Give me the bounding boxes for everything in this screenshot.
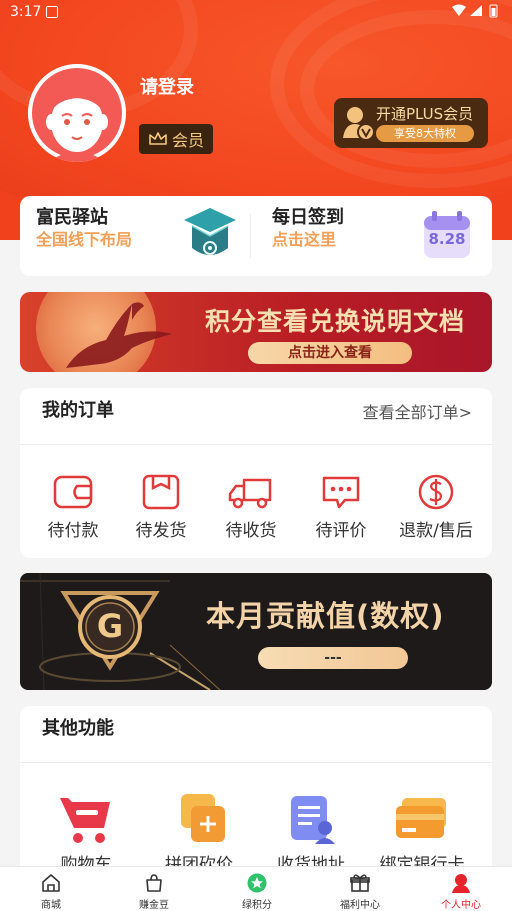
- order-label: 待发货: [135, 521, 187, 541]
- comment-icon: [322, 476, 360, 509]
- calendar-icon: 8.28: [422, 210, 472, 260]
- order-refund[interactable]: 退款/售后: [393, 472, 479, 541]
- tab-label: 个人中心: [441, 900, 481, 911]
- calendar-date: 8.28: [428, 230, 466, 248]
- refund-icon: [418, 474, 454, 510]
- home-icon: [42, 874, 60, 892]
- view-all-orders-link[interactable]: 查看全部订单>: [363, 399, 472, 423]
- signal-battery-icon: [452, 4, 498, 18]
- cart-entry[interactable]: 购物车: [46, 794, 126, 875]
- avatar-face-icon: [28, 64, 126, 162]
- wallet-icon: [53, 475, 93, 509]
- orders-card: 我的订单 查看全部订单> 待付款 待发货 待收货 待评价 退款/售后: [20, 388, 492, 558]
- points-doc-banner[interactable]: 积分查看兑换说明文档 点击进入查看: [20, 292, 492, 372]
- station-subtitle: 全国线下布局: [36, 230, 133, 249]
- points-banner-title: 积分查看兑换说明文档: [204, 307, 465, 336]
- station-checkin-card: 富民驿站 全国线下布局 每日签到 点击这里 8.28: [20, 196, 492, 276]
- order-label: 待评价: [315, 521, 367, 541]
- status-icons: [450, 4, 504, 21]
- orders-divider: [20, 444, 492, 445]
- order-label: 待付款: [47, 521, 99, 541]
- group-buy-entry[interactable]: 拼团砍价: [154, 794, 244, 875]
- contribution-banner[interactable]: G 本月贡献值(数权) ---: [20, 573, 492, 690]
- member-badge[interactable]: 会员: [139, 124, 213, 154]
- member-badge-label: 会员: [171, 131, 204, 150]
- g-logo: G: [60, 587, 160, 671]
- tab-mall[interactable]: 商城: [0, 873, 102, 911]
- notification-icon: [46, 6, 58, 18]
- order-label: 待收货: [225, 521, 277, 541]
- rabbit-icon: [66, 302, 172, 368]
- tab-label: 赚金豆: [139, 900, 169, 911]
- plus-membership-card[interactable]: 开通PLUS会员 享受8大特权: [334, 98, 488, 148]
- address-icon: [291, 796, 335, 844]
- orders-title: 我的订单: [42, 400, 114, 421]
- points-banner-button[interactable]: 点击进入查看: [248, 342, 412, 364]
- tab-welfare-center[interactable]: 福利中心: [309, 873, 411, 911]
- others-title: 其他功能: [42, 718, 114, 739]
- order-pending-payment[interactable]: 待付款: [35, 472, 111, 541]
- truck-icon: [228, 478, 272, 509]
- bottom-tab-bar: 商城 赚金豆 绿积分 福利中心 个人中心: [0, 866, 512, 911]
- tab-earn-beans[interactable]: 赚金豆: [103, 873, 205, 911]
- station-graduation-icon: [184, 208, 236, 255]
- card-divider: [250, 214, 251, 258]
- crown-icon: [149, 132, 167, 145]
- tab-label: 福利中心: [340, 900, 380, 911]
- address-entry[interactable]: 收货地址: [266, 794, 356, 875]
- login-link[interactable]: 请登录: [140, 73, 194, 99]
- vip-user-icon: [343, 107, 375, 141]
- bank-card-entry[interactable]: 绑定银行卡: [372, 794, 472, 875]
- station-entry[interactable]: 富民驿站 全国线下布局: [20, 196, 250, 276]
- plus-title: 开通PLUS会员: [376, 105, 474, 123]
- person-icon: [452, 874, 470, 893]
- order-pending-review[interactable]: 待评价: [303, 472, 379, 541]
- contribution-title: 本月贡献值(数权): [206, 599, 445, 633]
- tab-label: 商城: [41, 900, 61, 911]
- tab-label: 绿积分: [242, 900, 272, 911]
- contribution-value: ---: [258, 647, 408, 669]
- bank-card-icon: [396, 798, 446, 838]
- box-icon: [142, 474, 180, 510]
- order-pending-shipment[interactable]: 待发货: [123, 472, 199, 541]
- status-time: 3:17: [10, 4, 42, 20]
- bag-icon: [146, 874, 162, 892]
- checkin-entry[interactable]: 每日签到 点击这里 8.28: [256, 196, 492, 276]
- tab-green-points[interactable]: 绿积分: [206, 873, 308, 911]
- group-buy-icon: [181, 794, 225, 842]
- plus-subtitle: 享受8大特权: [376, 125, 474, 142]
- avatar[interactable]: [28, 64, 126, 162]
- other-functions-card: 其他功能 购物车 拼团砍价 收货地址 绑定银行卡: [20, 706, 492, 886]
- others-divider: [20, 762, 492, 763]
- cart-icon: [60, 798, 110, 843]
- checkin-subtitle: 点击这里: [272, 230, 337, 249]
- gift-icon: [350, 874, 370, 892]
- order-pending-receipt[interactable]: 待收货: [213, 472, 289, 541]
- tab-personal-center[interactable]: 个人中心: [410, 873, 512, 911]
- star-icon: [247, 873, 267, 893]
- g-logo-letter: G: [96, 607, 124, 645]
- order-label: 退款/售后: [399, 521, 473, 541]
